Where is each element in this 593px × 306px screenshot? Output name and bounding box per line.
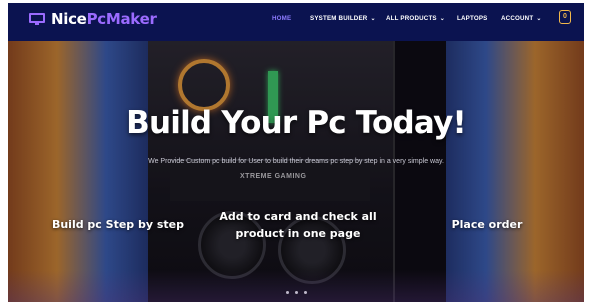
nav-item-system-builder[interactable]: SYSTEM BUILDER ⌄ <box>310 15 376 22</box>
top-navbar: NicePcMaker HOME SYSTEM BUILDER ⌄ ALL PRO… <box>8 3 584 41</box>
carousel-dot[interactable] <box>285 291 289 294</box>
chevron-down-icon: ⌄ <box>439 16 445 22</box>
hero-overlay <box>8 41 584 302</box>
carousel-dot[interactable] <box>294 291 298 294</box>
hero-subtitle: We Provide Custom pc build for User to b… <box>148 158 444 165</box>
step-add-to-cart: Add to card and check all product in one… <box>213 208 383 242</box>
nav-item-all-products[interactable]: ALL PRODUCTS ⌄ <box>386 15 445 22</box>
hero-background-image: XTREME GAMING <box>8 41 584 302</box>
shopping-bag-icon[interactable]: 0 <box>559 10 571 24</box>
monitor-icon <box>29 13 45 25</box>
chevron-down-icon: ⌄ <box>370 16 376 22</box>
step-build-pc: Build pc Step by step <box>51 218 185 231</box>
step-place-order: Place order <box>451 218 523 231</box>
carousel-dot[interactable] <box>303 291 307 294</box>
hero-floor-glow <box>8 270 584 302</box>
step-add-to-cart-line2: product in one page <box>235 227 361 240</box>
nav-item-home[interactable]: HOME <box>272 15 291 22</box>
step-add-to-cart-line1: Add to card and check all <box>219 210 377 223</box>
hero-title: Build Your Pc Today! <box>126 105 467 141</box>
brand-logo[interactable]: NicePcMaker <box>28 10 157 28</box>
brand-name: NicePcMaker <box>51 10 157 28</box>
nav-item-laptops[interactable]: LAPTOPS <box>457 15 488 22</box>
carousel-indicators <box>8 291 584 294</box>
nav-item-account[interactable]: ACCOUNT ⌄ <box>501 15 542 22</box>
page-frame: NicePcMaker HOME SYSTEM BUILDER ⌄ ALL PRO… <box>8 3 584 302</box>
hero-banner: XTREME GAMING Build Your Pc Today! We Pr… <box>8 41 584 302</box>
cart-count: 0 <box>563 13 567 20</box>
chevron-down-icon: ⌄ <box>536 16 542 22</box>
